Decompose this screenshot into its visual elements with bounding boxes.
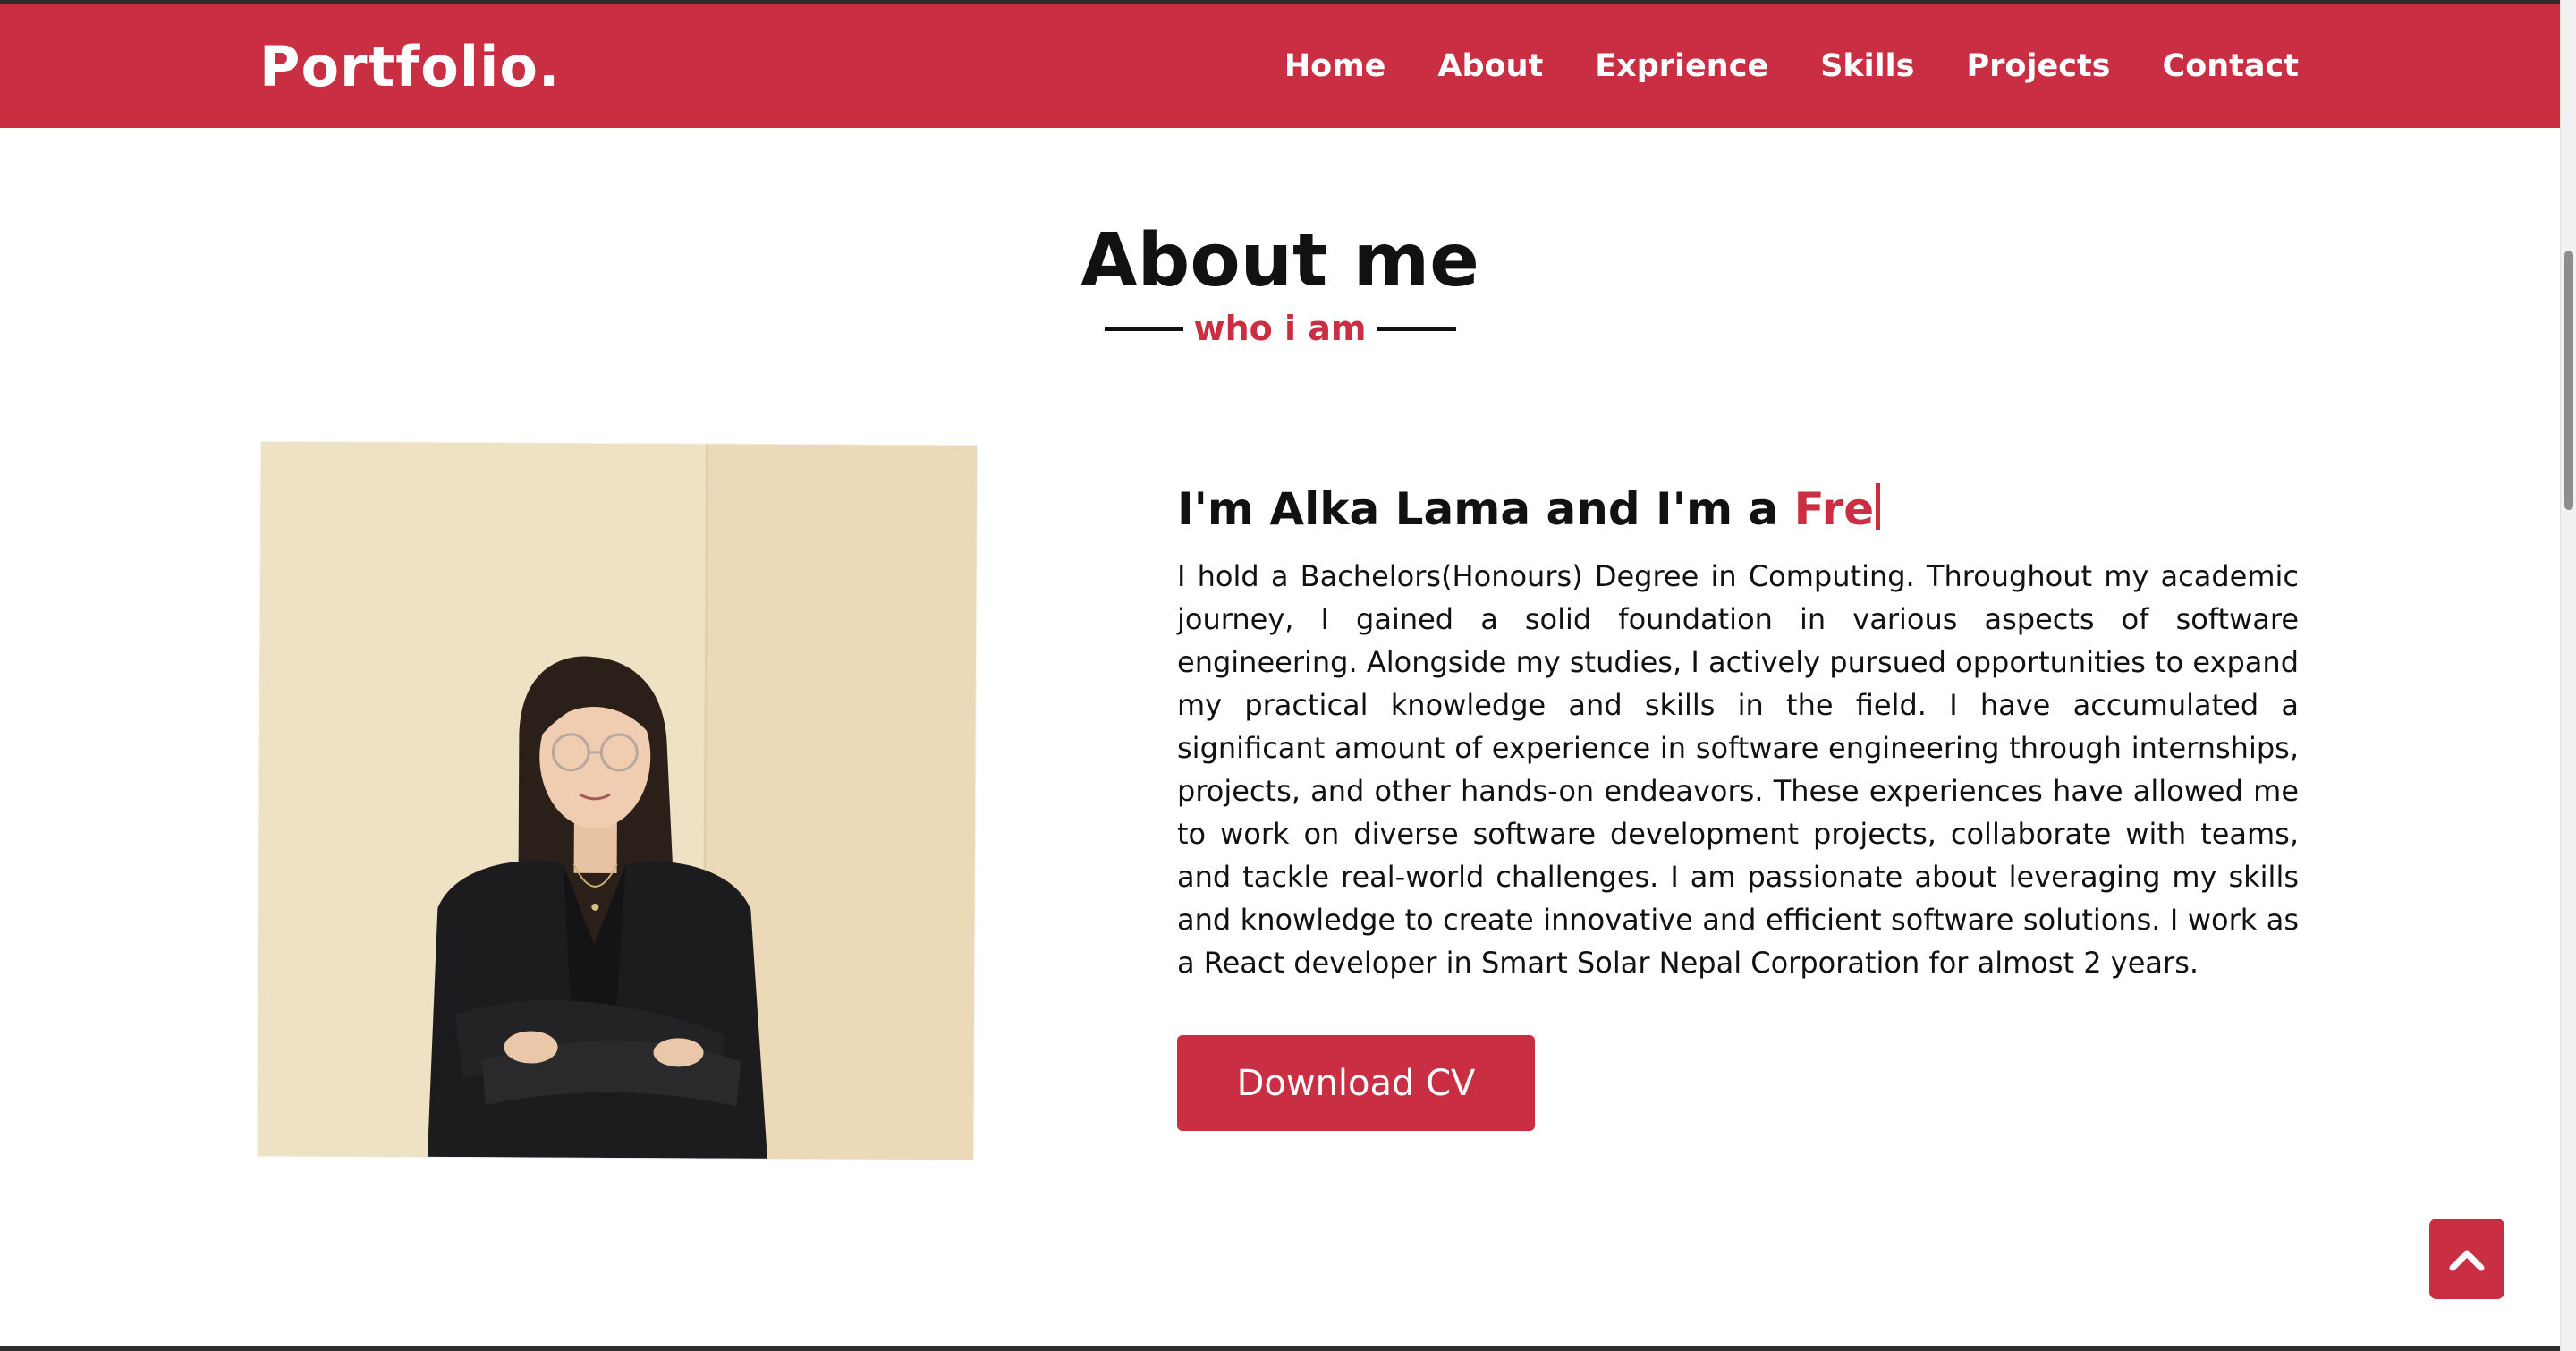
typed-role-text: Fre xyxy=(1793,483,1875,535)
navbar: Portfolio. Home About Exprience Skills P… xyxy=(0,0,2560,128)
brand-logo[interactable]: Portfolio. xyxy=(259,34,560,99)
download-cv-button[interactable]: Download CV xyxy=(1177,1035,1535,1131)
typing-caret xyxy=(1876,483,1881,530)
section-title: About me xyxy=(1080,218,1479,303)
nav-link-home[interactable]: Home xyxy=(1284,48,1386,84)
section-subtitle-row: who i am xyxy=(0,309,2560,348)
subtitle-divider-left xyxy=(1104,326,1183,331)
intro-heading: I'm Alka Lama and I'm a Fre xyxy=(1177,483,2299,535)
subtitle-divider-right xyxy=(1377,326,1456,331)
scroll-to-top-button[interactable] xyxy=(2429,1219,2504,1299)
chevron-up-icon xyxy=(2449,1250,2485,1271)
nav-link-projects[interactable]: Projects xyxy=(1967,48,2111,84)
nav-link-skills[interactable]: Skills xyxy=(1820,48,1914,84)
profile-photo xyxy=(257,441,978,1160)
window-bottom-edge xyxy=(0,1346,2560,1351)
scrollbar[interactable] xyxy=(2560,0,2576,1351)
bio-paragraph: I hold a Bachelors(Honours) Degree in Co… xyxy=(1177,559,2299,980)
nav-link-contact[interactable]: Contact xyxy=(2163,48,2299,84)
intro-prefix: I'm Alka Lama and I'm a xyxy=(1177,483,1794,535)
section-subtitle: who i am xyxy=(1193,309,1367,348)
page-viewport: Portfolio. Home About Exprience Skills P… xyxy=(0,0,2560,1351)
nav-links: Home About Exprience Skills Projects Con… xyxy=(1284,48,2299,84)
nav-link-about[interactable]: About xyxy=(1437,48,1543,84)
scrollbar-thumb[interactable] xyxy=(2564,251,2573,510)
about-text-block: I'm Alka Lama and I'm a Fre I hold a Bac… xyxy=(1177,483,2299,984)
nav-link-experience[interactable]: Exprience xyxy=(1595,48,1768,84)
